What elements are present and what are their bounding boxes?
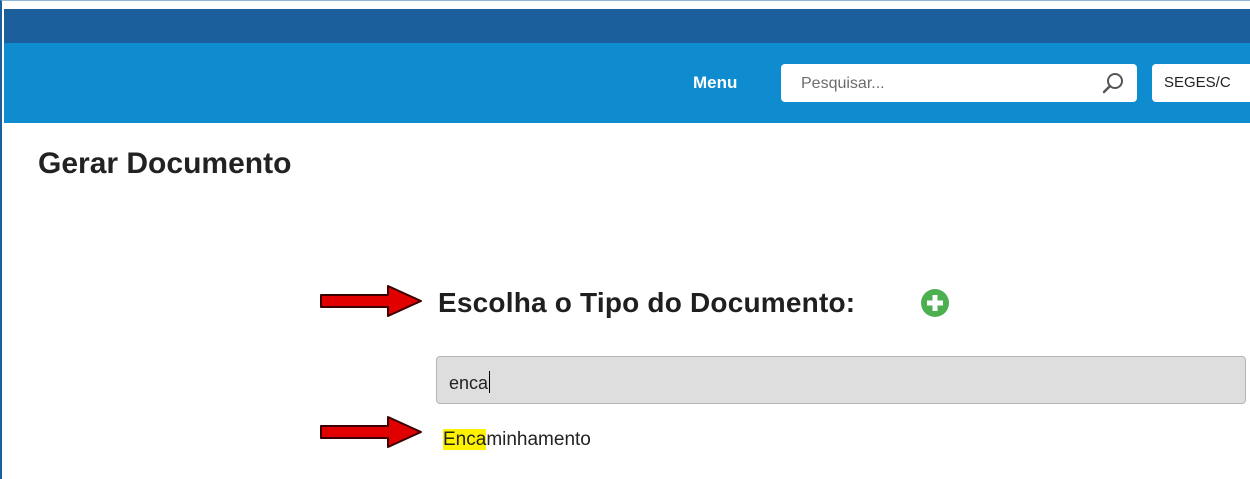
- search-box: [781, 64, 1137, 102]
- red-arrow-icon: [320, 416, 422, 448]
- menu-link[interactable]: Menu: [693, 73, 737, 93]
- header-top-strip: [4, 9, 1250, 43]
- result-item-encaminhamento[interactable]: Encaminhamento: [443, 429, 591, 451]
- text-caret: [489, 371, 491, 393]
- red-arrow-icon: [320, 285, 422, 317]
- unit-selector[interactable]: SEGES/C: [1152, 64, 1250, 102]
- match-highlight: Enca: [443, 429, 487, 450]
- document-type-heading: Escolha o Tipo do Documento:: [438, 287, 856, 318]
- document-type-filter-input[interactable]: enca: [436, 356, 1246, 404]
- result-rest: minhamento: [486, 429, 591, 450]
- add-document-type-icon[interactable]: [920, 288, 950, 318]
- app-window: Menu SEGES/C Gerar Documento Escolha o T…: [0, 0, 1250, 479]
- page-title: Gerar Documento: [38, 147, 292, 180]
- filter-value: enca: [449, 371, 491, 393]
- search-input[interactable]: [799, 70, 1093, 98]
- search-icon[interactable]: [1101, 71, 1125, 95]
